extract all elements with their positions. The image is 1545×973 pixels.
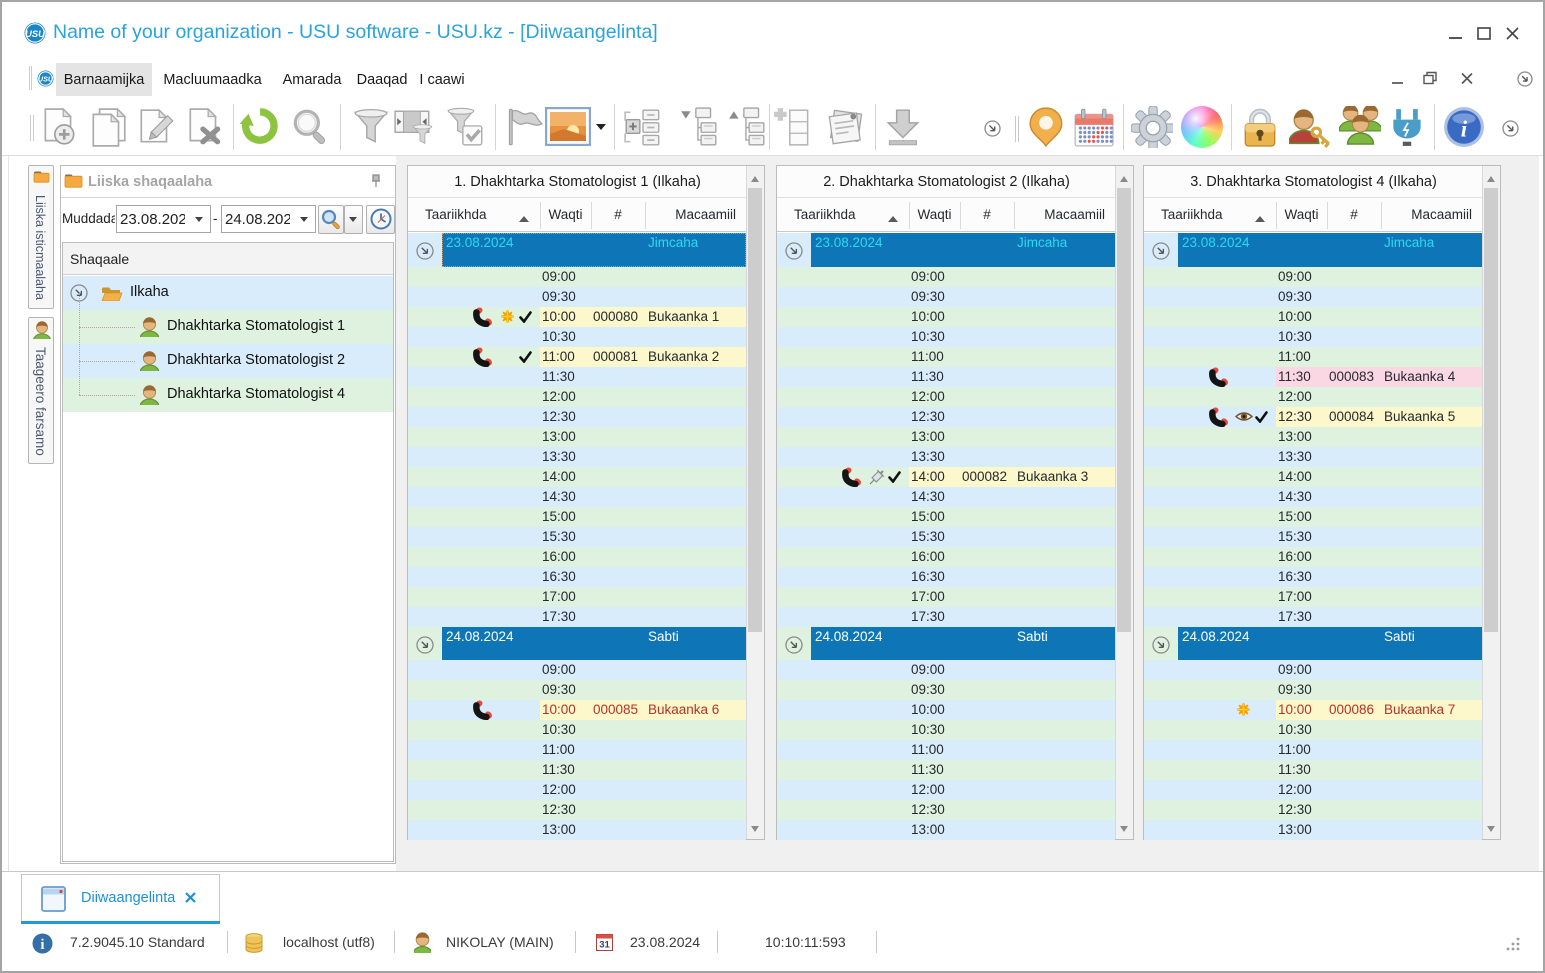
svg-text:31: 31 (599, 940, 610, 951)
svg-text:USU: USU (38, 75, 54, 84)
svg-text:i: i (40, 937, 44, 953)
svg-text:i: i (1461, 115, 1468, 141)
svg-text:USU: USU (25, 29, 45, 39)
